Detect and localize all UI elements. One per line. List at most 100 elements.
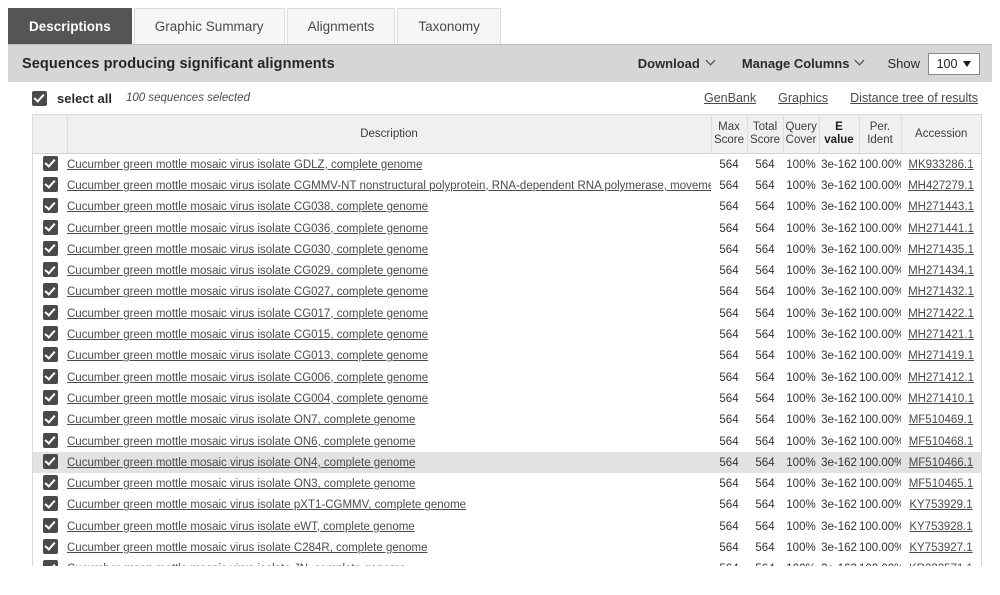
description-link[interactable]: Cucumber green mottle mosaic virus isola… <box>67 244 428 256</box>
row-checkbox[interactable] <box>42 347 58 363</box>
show-count-select[interactable]: 100 <box>928 52 980 75</box>
row-checkbox[interactable] <box>42 453 58 469</box>
table-row[interactable]: Cucumber green mottle mosaic virus isola… <box>33 197 981 218</box>
download-button[interactable]: Download <box>638 56 716 71</box>
row-checkbox[interactable] <box>42 475 58 491</box>
table-row[interactable]: Cucumber green mottle mosaic virus isola… <box>33 218 981 239</box>
genbank-link[interactable]: GenBank <box>704 91 756 105</box>
select-all-checkbox[interactable] <box>32 90 47 106</box>
accession-link[interactable]: MH271422.1 <box>908 308 974 320</box>
table-row[interactable]: Cucumber green mottle mosaic virus isola… <box>33 559 981 566</box>
manage-columns-button[interactable]: Manage Columns <box>742 56 866 71</box>
header-query-cover[interactable]: Query Cover <box>783 115 820 154</box>
description-link[interactable]: Cucumber green mottle mosaic virus isola… <box>67 478 415 490</box>
description-link[interactable]: Cucumber green mottle mosaic virus isola… <box>67 350 428 362</box>
row-checkbox[interactable] <box>42 326 58 342</box>
header-e-value[interactable]: E value <box>819 115 860 154</box>
accession-link[interactable]: KR232571.1 <box>909 563 973 566</box>
table-row[interactable]: Cucumber green mottle mosaic virus isola… <box>33 537 981 558</box>
accession-link[interactable]: MH271434.1 <box>908 265 974 277</box>
description-link[interactable]: Cucumber green mottle mosaic virus isola… <box>67 499 466 511</box>
accession-link[interactable]: MH271443.1 <box>908 201 974 213</box>
accession-link[interactable]: KY753927.1 <box>909 542 972 554</box>
accession-link[interactable]: MH271441.1 <box>908 223 974 235</box>
accession-link[interactable]: MH271435.1 <box>908 244 974 256</box>
description-link[interactable]: Cucumber green mottle mosaic virus isola… <box>67 329 428 341</box>
row-checkbox[interactable] <box>42 389 58 405</box>
tab-alignments[interactable]: Alignments <box>286 8 396 44</box>
max-score-cell: 564 <box>719 307 739 320</box>
description-link[interactable]: Cucumber green mottle mosaic virus isola… <box>67 563 406 566</box>
accession-link[interactable]: MH271432.1 <box>908 286 974 298</box>
description-link[interactable]: Cucumber green mottle mosaic virus isola… <box>67 542 428 554</box>
graphics-link[interactable]: Graphics <box>778 91 828 105</box>
table-row[interactable]: Cucumber green mottle mosaic virus isola… <box>33 239 981 260</box>
accession-link[interactable]: MH271410.1 <box>908 393 974 405</box>
header-description[interactable]: Description <box>67 115 712 154</box>
description-link[interactable]: Cucumber green mottle mosaic virus isola… <box>67 223 428 235</box>
description-link[interactable]: Cucumber green mottle mosaic virus isola… <box>67 521 415 533</box>
row-checkbox[interactable] <box>42 411 58 427</box>
table-row[interactable]: Cucumber green mottle mosaic virus isola… <box>33 452 981 474</box>
row-checkbox[interactable] <box>42 304 58 320</box>
row-checkbox[interactable] <box>42 262 58 278</box>
accession-link[interactable]: MF510468.1 <box>909 436 974 448</box>
row-checkbox[interactable] <box>42 176 58 192</box>
row-checkbox[interactable] <box>42 560 58 566</box>
description-link[interactable]: Cucumber green mottle mosaic virus isola… <box>67 414 415 426</box>
tab-descriptions[interactable]: Descriptions <box>8 8 132 44</box>
table-row[interactable]: Cucumber green mottle mosaic virus isola… <box>33 282 981 303</box>
table-row[interactable]: Cucumber green mottle mosaic virus isola… <box>33 324 981 345</box>
table-row[interactable]: Cucumber green mottle mosaic virus isola… <box>33 495 981 516</box>
description-link[interactable]: Cucumber green mottle mosaic virus isola… <box>67 201 428 213</box>
accession-link[interactable]: KY753928.1 <box>909 521 972 533</box>
description-link[interactable]: Cucumber green mottle mosaic virus isola… <box>67 393 428 405</box>
row-checkbox[interactable] <box>42 219 58 235</box>
accession-link[interactable]: MK933286.1 <box>908 159 973 171</box>
table-row[interactable]: Cucumber green mottle mosaic virus isola… <box>33 516 981 537</box>
accession-link[interactable]: MF510469.1 <box>909 414 974 426</box>
tab-graphic-summary[interactable]: Graphic Summary <box>133 8 285 44</box>
row-checkbox[interactable] <box>42 538 58 554</box>
accession-link[interactable]: MF510466.1 <box>909 457 974 469</box>
row-checkbox[interactable] <box>42 240 58 256</box>
header-max-score[interactable]: Max Score <box>711 115 748 154</box>
table-row[interactable]: Cucumber green mottle mosaic virus isola… <box>33 175 981 196</box>
description-link[interactable]: Cucumber green mottle mosaic virus isola… <box>67 265 428 277</box>
description-link[interactable]: Cucumber green mottle mosaic virus isola… <box>67 180 711 192</box>
description-link[interactable]: Cucumber green mottle mosaic virus isola… <box>67 372 428 384</box>
header-total-score[interactable]: Total Score <box>747 115 784 154</box>
table-row[interactable]: Cucumber green mottle mosaic virus isola… <box>33 410 981 431</box>
row-checkbox[interactable] <box>42 155 58 171</box>
max-score-cell: 564 <box>719 435 739 448</box>
row-checkbox[interactable] <box>42 432 58 448</box>
accession-link[interactable]: MF510465.1 <box>909 478 974 490</box>
accession-link[interactable]: MH271419.1 <box>908 350 974 362</box>
accession-link[interactable]: MH271412.1 <box>908 372 974 384</box>
table-row[interactable]: Cucumber green mottle mosaic virus isola… <box>33 473 981 494</box>
table-row[interactable]: Cucumber green mottle mosaic virus isola… <box>33 303 981 324</box>
table-row[interactable]: Cucumber green mottle mosaic virus isola… <box>33 154 981 176</box>
distance-tree-link[interactable]: Distance tree of results <box>850 91 978 105</box>
description-link[interactable]: Cucumber green mottle mosaic virus isola… <box>67 308 428 320</box>
row-checkbox[interactable] <box>42 517 58 533</box>
table-row[interactable]: Cucumber green mottle mosaic virus isola… <box>33 388 981 409</box>
row-checkbox[interactable] <box>42 496 58 512</box>
table-row[interactable]: Cucumber green mottle mosaic virus isola… <box>33 367 981 388</box>
table-row[interactable]: Cucumber green mottle mosaic virus isola… <box>33 346 981 367</box>
row-checkbox[interactable] <box>42 368 58 384</box>
accession-link[interactable]: MH271421.1 <box>908 329 974 341</box>
table-row[interactable]: Cucumber green mottle mosaic virus isola… <box>33 260 981 281</box>
table-row[interactable]: Cucumber green mottle mosaic virus isola… <box>33 431 981 452</box>
accession-link[interactable]: MH427279.1 <box>908 180 974 192</box>
header-accession[interactable]: Accession <box>901 115 981 154</box>
row-checkbox[interactable] <box>42 198 58 214</box>
description-link[interactable]: Cucumber green mottle mosaic virus isola… <box>67 436 415 448</box>
header-per-ident[interactable]: Per. Ident <box>859 115 902 154</box>
description-link[interactable]: Cucumber green mottle mosaic virus isola… <box>67 286 428 298</box>
description-link[interactable]: Cucumber green mottle mosaic virus isola… <box>67 457 415 469</box>
description-link[interactable]: Cucumber green mottle mosaic virus isola… <box>67 159 422 171</box>
row-checkbox[interactable] <box>42 283 58 299</box>
accession-link[interactable]: KY753929.1 <box>909 499 972 511</box>
tab-taxonomy[interactable]: Taxonomy <box>397 8 501 44</box>
